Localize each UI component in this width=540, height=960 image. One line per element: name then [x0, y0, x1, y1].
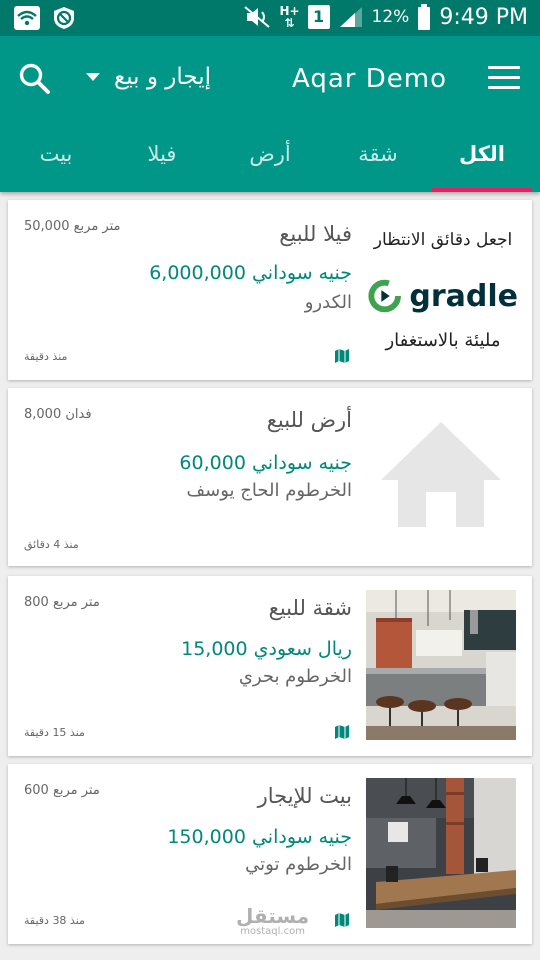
listing-title: بيت للإيجار	[257, 784, 352, 808]
tab-indicator	[432, 188, 532, 192]
listing-time: منذ 15 دقيقة	[24, 726, 85, 739]
sim-indicator: 1	[307, 5, 330, 29]
map-icon	[335, 913, 349, 927]
chevron-down-icon	[86, 73, 100, 81]
wifi-icon	[14, 6, 40, 30]
data-arrows-icon: H+ ⇅	[279, 4, 300, 30]
ad-logo: gradle	[368, 274, 518, 318]
watermark: مستقل mostaql.com	[236, 906, 309, 937]
listing-photo	[366, 778, 516, 928]
listing-card[interactable]: شقة للبيع 15,000 ريال سعودي الخرطوم بحري…	[8, 576, 532, 756]
listing-location: الخرطوم توتي	[245, 854, 352, 875]
watermark-url: mostaql.com	[240, 926, 305, 937]
search-icon	[19, 63, 50, 94]
map-icon	[335, 349, 349, 363]
tab-apartment[interactable]: شقة	[328, 142, 428, 166]
listing-location: الخرطوم بحري	[238, 666, 352, 687]
kitchen-photo	[366, 590, 516, 740]
listing-price: 150,000 جنيه سوداني	[167, 826, 352, 848]
map-icon	[335, 725, 349, 739]
watermark-text: مستقل	[236, 904, 310, 928]
listing-title: أرض للبيع	[266, 408, 352, 432]
listing-title: شقة للبيع	[268, 596, 352, 620]
tab-house[interactable]: بيت	[6, 142, 106, 166]
app-bar: إيجار و بيع Aqar Demo الكل شقة أرض فيلا …	[0, 36, 540, 192]
gradle-logo-icon	[368, 279, 401, 313]
listing-price: 60,000 جنيه سوداني	[179, 452, 352, 474]
clock: 9:49 PM	[439, 4, 528, 30]
menu-button[interactable]	[488, 66, 520, 92]
house-placeholder-icon	[381, 422, 501, 527]
tab-all[interactable]: الكل	[432, 142, 532, 166]
listing-card[interactable]: فيلا للبيع 6,000,000 جنيه سوداني الكدرو …	[8, 200, 532, 380]
ad-top-text: اجعل دقائق الانتظار	[373, 230, 513, 250]
listing-area: 800 متر مربع	[24, 595, 100, 610]
battery-icon	[418, 4, 431, 30]
listing-placeholder-image	[366, 402, 516, 552]
blocked-icon	[54, 7, 74, 29]
listing-price: 15,000 ريال سعودي	[181, 638, 352, 660]
listing-time: منذ 38 دقيقة	[24, 914, 85, 927]
app-title: Aqar Demo	[292, 64, 447, 94]
listing-time: منذ 4 دقائق	[24, 538, 79, 551]
listing-area: 8,000 فدان	[24, 407, 92, 422]
signal-icon	[339, 7, 362, 27]
listing-area: 600 متر مربع	[24, 783, 100, 798]
listing-time: منذ دقيقة	[24, 350, 68, 363]
battery-percent: 12%	[371, 7, 410, 27]
listing-location: الخرطوم الحاج يوسف	[186, 480, 352, 501]
listing-location: الكدرو	[304, 292, 352, 313]
tab-villa[interactable]: فيلا	[112, 142, 212, 166]
listing-photo	[366, 590, 516, 740]
hamburger-icon	[488, 66, 520, 89]
dining-room-photo	[366, 778, 516, 928]
ad-bottom-text: مليئة بالاستغفار	[385, 330, 501, 351]
tab-land[interactable]: أرض	[220, 142, 320, 166]
listing-price: 6,000,000 جنيه سوداني	[149, 262, 352, 284]
mode-label: إيجار و بيع	[114, 64, 212, 90]
listing-area: 50,000 متر مربع	[24, 219, 121, 234]
mode-dropdown[interactable]: إيجار و بيع	[86, 64, 211, 90]
ad-brand: gradle	[409, 278, 518, 314]
search-button[interactable]	[18, 62, 54, 98]
mute-icon	[244, 6, 271, 28]
category-tabs: الكل شقة أرض فيلا بيت	[0, 128, 540, 192]
listing-title: فيلا للبيع	[279, 222, 352, 246]
listing-card[interactable]: أرض للبيع 60,000 جنيه سوداني الخرطوم الح…	[8, 388, 532, 566]
status-bar: H+ ⇅ 1 12% 9:49 PM	[0, 0, 540, 36]
